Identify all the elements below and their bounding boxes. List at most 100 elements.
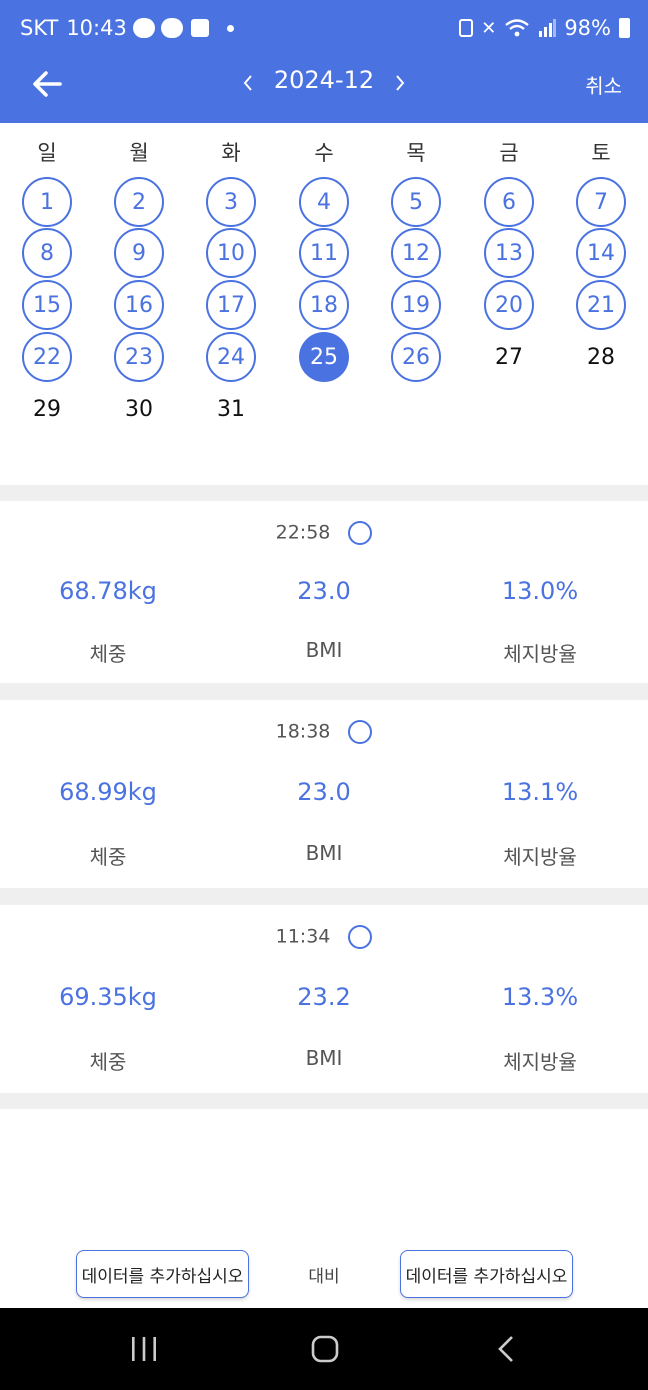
calendar-day[interactable]: 30 bbox=[114, 384, 164, 434]
mute-icon: ✕ bbox=[481, 17, 497, 39]
calendar-day[interactable]: 5 bbox=[391, 177, 441, 227]
select-circle-icon[interactable] bbox=[348, 521, 373, 545]
weight-label: 체중 bbox=[89, 642, 127, 666]
compare-bar: 데이터를 추가하십시오 대비 데이터를 추가하십시오 bbox=[0, 1240, 648, 1308]
calendar-day[interactable]: 11 bbox=[299, 228, 349, 278]
bmi-label: BMI bbox=[305, 1046, 343, 1070]
calendar-day[interactable]: 7 bbox=[576, 177, 626, 227]
calendar-day[interactable]: 31 bbox=[206, 384, 256, 434]
carrier-label: SKT bbox=[20, 16, 59, 40]
weekday-label: 목 bbox=[406, 141, 426, 165]
cancel-button[interactable]: 취소 bbox=[585, 70, 622, 99]
section-divider bbox=[0, 683, 648, 700]
calendar-day-selected[interactable]: 25 bbox=[299, 332, 349, 382]
system-back-icon[interactable] bbox=[496, 1334, 516, 1364]
weekday-label: 일 bbox=[37, 141, 57, 165]
calendar-day[interactable]: 15 bbox=[22, 280, 72, 330]
calendar-day[interactable]: 21 bbox=[576, 280, 626, 330]
calendar-day[interactable]: 23 bbox=[114, 332, 164, 382]
body-fat-value: 13.0% bbox=[501, 577, 579, 605]
signal-icon bbox=[539, 19, 557, 37]
calendar-day[interactable]: 2 bbox=[114, 177, 164, 227]
system-nav-bar bbox=[0, 1308, 648, 1390]
record-card[interactable]: 22:58 68.78kg 23.0 13.0% 체중 BMI 체지방율 bbox=[0, 501, 648, 683]
record-card[interactable]: 18:38 68.99kg 23.0 13.1% 체중 BMI 체지방율 bbox=[0, 700, 648, 888]
calendar-day[interactable]: 9 bbox=[114, 228, 164, 278]
weekday-label: 금 bbox=[499, 141, 519, 165]
weekday-label: 수 bbox=[314, 141, 334, 165]
next-month-button[interactable] bbox=[388, 68, 412, 98]
compare-label: 대비 bbox=[308, 1267, 340, 1287]
record-time: 22:58 bbox=[275, 521, 331, 544]
weekday-label: 토 bbox=[591, 141, 611, 165]
bmi-value: 23.0 bbox=[297, 577, 351, 605]
more-notifications-dot bbox=[226, 24, 234, 32]
calendar-day[interactable]: 28 bbox=[576, 332, 626, 382]
calendar-day[interactable]: 4 bbox=[299, 177, 349, 227]
status-icons: ✕ 98% bbox=[459, 12, 630, 44]
recent-apps-icon[interactable] bbox=[130, 1334, 158, 1364]
home-icon[interactable] bbox=[310, 1334, 340, 1364]
bmi-label: BMI bbox=[305, 841, 343, 865]
body-fat-label: 체지방율 bbox=[503, 642, 577, 666]
calendar-day[interactable]: 13 bbox=[484, 228, 534, 278]
calendar-day[interactable]: 20 bbox=[484, 280, 534, 330]
add-data-right-button[interactable]: 데이터를 추가하십시오 bbox=[400, 1250, 573, 1298]
app-bar: SKT 10:43 ✕ 98% 2024-12 취소 bbox=[0, 0, 648, 123]
record-time: 18:38 bbox=[275, 720, 331, 743]
status-bar: SKT 10:43 bbox=[20, 12, 234, 44]
calendar-day[interactable]: 29 bbox=[22, 384, 72, 434]
weekday-label: 화 bbox=[221, 141, 241, 165]
weight-value: 68.78kg bbox=[59, 577, 157, 605]
calendar-day[interactable]: 19 bbox=[391, 280, 441, 330]
chevron-right-icon bbox=[396, 75, 405, 91]
body-fat-label: 체지방율 bbox=[503, 1050, 577, 1074]
record-time: 11:34 bbox=[275, 925, 331, 948]
calendar-day[interactable]: 6 bbox=[484, 177, 534, 227]
add-data-left-button[interactable]: 데이터를 추가하십시오 bbox=[76, 1250, 249, 1298]
body-fat-label: 체지방율 bbox=[503, 845, 577, 869]
bmi-label: BMI bbox=[305, 638, 343, 662]
record-time-row: 22:58 bbox=[0, 521, 648, 545]
weight-label: 체중 bbox=[89, 1050, 127, 1074]
weight-value: 68.99kg bbox=[59, 778, 157, 806]
record-time-row: 18:38 bbox=[0, 720, 648, 744]
wifi-icon bbox=[505, 19, 530, 37]
calendar-day[interactable]: 26 bbox=[391, 332, 441, 382]
calendar-day[interactable]: 18 bbox=[299, 280, 349, 330]
calendar-day[interactable]: 8 bbox=[22, 228, 72, 278]
bmi-value: 23.0 bbox=[297, 778, 351, 806]
calendar-day[interactable]: 12 bbox=[391, 228, 441, 278]
weekday-label: 월 bbox=[129, 141, 149, 165]
calendar-day[interactable]: 22 bbox=[22, 332, 72, 382]
battery-icon bbox=[619, 18, 630, 38]
calendar-day[interactable]: 14 bbox=[576, 228, 626, 278]
talk-notification-icon bbox=[132, 18, 155, 38]
arrow-left-icon[interactable] bbox=[28, 64, 68, 104]
calendar-day[interactable]: 24 bbox=[206, 332, 256, 382]
section-divider bbox=[0, 888, 648, 905]
body-fat-value: 13.1% bbox=[501, 778, 579, 806]
calendar: 일월화수목금토 1 2 3 4 5 6 7 8 9 10 11 12 13 14 15 16 17 18 19 20 2… bbox=[0, 123, 648, 485]
weight-label: 체중 bbox=[89, 845, 127, 869]
weight-value: 69.35kg bbox=[59, 983, 157, 1011]
section-divider bbox=[0, 1093, 648, 1109]
prev-month-button[interactable] bbox=[236, 68, 260, 98]
calendar-day[interactable]: 10 bbox=[206, 228, 256, 278]
calendar-day[interactable]: 16 bbox=[114, 280, 164, 330]
select-circle-icon[interactable] bbox=[348, 720, 373, 744]
image-notification-icon bbox=[190, 19, 209, 37]
clock: 10:43 bbox=[66, 16, 127, 40]
bmi-value: 23.2 bbox=[297, 983, 351, 1011]
body-fat-value: 13.3% bbox=[501, 983, 579, 1011]
battery-percent: 98% bbox=[564, 16, 611, 40]
section-divider bbox=[0, 485, 648, 501]
chevron-left-icon bbox=[243, 75, 252, 91]
calendar-day[interactable]: 27 bbox=[484, 332, 534, 382]
calendar-day[interactable]: 17 bbox=[206, 280, 256, 330]
calendar-day[interactable]: 1 bbox=[22, 177, 72, 227]
calendar-day[interactable]: 3 bbox=[206, 177, 256, 227]
select-circle-icon[interactable] bbox=[348, 925, 373, 949]
record-card[interactable]: 11:34 69.35kg 23.2 13.3% 체중 BMI 체지방율 bbox=[0, 905, 648, 1093]
weekday-header: 일월화수목금토 bbox=[0, 137, 648, 167]
